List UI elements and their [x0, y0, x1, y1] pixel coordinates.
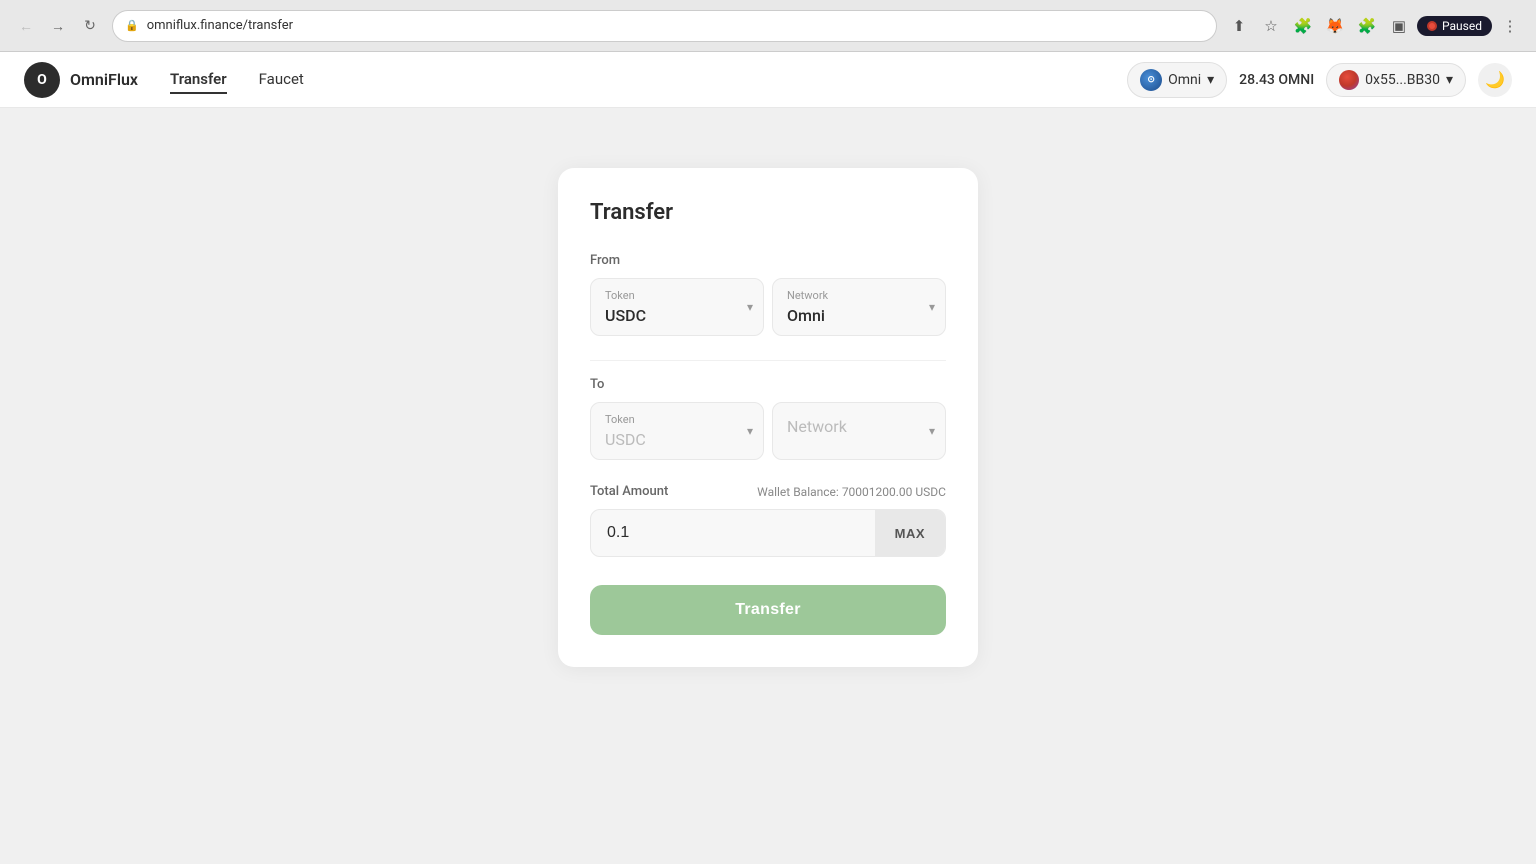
to-token-label: Token — [605, 413, 749, 426]
amount-input[interactable] — [591, 510, 875, 556]
transfer-card: Transfer From Token USDC ▾ Network Omni … — [558, 168, 978, 667]
amount-input-row: MAX — [590, 509, 946, 557]
header-right: ⊙ Omni ▾ 28.43 OMNI 0x55...BB30 ▾ 🌙 — [1127, 62, 1512, 98]
from-label: From — [590, 253, 946, 268]
wallet-balance-text: Wallet Balance: 70001200.00 USDC — [757, 485, 946, 499]
share-button[interactable]: ⬆ — [1225, 12, 1253, 40]
from-token-label: Token — [605, 289, 749, 302]
logo-text: OmniFlux — [70, 70, 138, 89]
to-network-chevron-icon: ▾ — [929, 424, 935, 438]
extension-puzzle2-button[interactable]: 🧩 — [1353, 12, 1381, 40]
max-button[interactable]: MAX — [875, 510, 945, 556]
section-divider — [590, 360, 946, 361]
to-network-placeholder: Network — [787, 417, 931, 436]
logo-circle: O — [24, 62, 60, 98]
transfer-button[interactable]: Transfer — [590, 585, 946, 635]
from-network-chevron-icon: ▾ — [929, 300, 935, 314]
wallet-chevron-icon: ▾ — [1446, 72, 1453, 88]
nav-transfer[interactable]: Transfer — [170, 66, 227, 94]
nav-faucet[interactable]: Faucet — [259, 66, 304, 94]
to-field-row: Token USDC ▾ Network ▾ — [590, 402, 946, 460]
lock-icon: 🔒 — [125, 19, 139, 32]
from-token-chevron-icon: ▾ — [747, 300, 753, 314]
from-network-label: Network — [787, 289, 931, 302]
from-section: From Token USDC ▾ Network Omni ▾ — [590, 253, 946, 336]
dark-mode-toggle[interactable]: 🌙 — [1478, 63, 1512, 97]
main-content: Transfer From Token USDC ▾ Network Omni … — [0, 108, 1536, 864]
browser-chrome: ← → ↻ 🔒 omniflux.finance/transfer ⬆ ☆ 🧩 … — [0, 0, 1536, 52]
menu-button[interactable]: ⋮ — [1496, 12, 1524, 40]
paused-label: Paused — [1442, 19, 1482, 33]
wallet-address-button[interactable]: 0x55...BB30 ▾ — [1326, 63, 1466, 97]
wallet-balance-value: 70001200.00 USDC — [842, 485, 946, 499]
amount-header: Total Amount Wallet Balance: 70001200.00… — [590, 484, 946, 499]
to-network-selector[interactable]: Network ▾ — [772, 402, 946, 460]
logo-initial: O — [37, 72, 47, 88]
to-token-value: USDC — [605, 430, 749, 449]
balance-display: 28.43 OMNI — [1239, 72, 1314, 88]
nav-links: Transfer Faucet — [170, 66, 1095, 94]
layout-button[interactable]: ▣ — [1385, 12, 1413, 40]
amount-label: Total Amount — [590, 484, 668, 499]
paused-dot — [1427, 21, 1437, 31]
address-bar[interactable]: 🔒 omniflux.finance/transfer — [112, 10, 1217, 42]
bookmark-button[interactable]: ☆ — [1257, 12, 1285, 40]
to-token-selector[interactable]: Token USDC ▾ — [590, 402, 764, 460]
browser-nav-buttons: ← → ↻ — [12, 12, 104, 40]
forward-button[interactable]: → — [44, 12, 72, 40]
reload-button[interactable]: ↻ — [76, 12, 104, 40]
extension-fox-button[interactable]: 🦊 — [1321, 12, 1349, 40]
to-label: To — [590, 377, 946, 392]
amount-section: Total Amount Wallet Balance: 70001200.00… — [590, 484, 946, 557]
wallet-avatar-icon — [1339, 70, 1359, 90]
extension-puzzle-button[interactable]: 🧩 — [1289, 12, 1317, 40]
from-token-value: USDC — [605, 306, 749, 325]
app-header: O OmniFlux Transfer Faucet ⊙ Omni ▾ 28.4… — [0, 52, 1536, 108]
to-token-chevron-icon: ▾ — [747, 424, 753, 438]
wallet-balance-label: Wallet Balance: — [757, 485, 839, 499]
from-network-value: Omni — [787, 306, 931, 325]
wallet-address-text: 0x55...BB30 — [1365, 72, 1440, 88]
to-section: To Token USDC ▾ Network ▾ — [590, 377, 946, 460]
paused-badge[interactable]: Paused — [1417, 16, 1492, 36]
card-title: Transfer — [590, 200, 946, 225]
network-chevron-icon: ▾ — [1207, 72, 1214, 88]
network-name: Omni — [1168, 72, 1201, 88]
network-selector[interactable]: ⊙ Omni ▾ — [1127, 62, 1227, 98]
back-button[interactable]: ← — [12, 12, 40, 40]
from-network-selector[interactable]: Network Omni ▾ — [772, 278, 946, 336]
from-field-row: Token USDC ▾ Network Omni ▾ — [590, 278, 946, 336]
from-token-selector[interactable]: Token USDC ▾ — [590, 278, 764, 336]
network-icon: ⊙ — [1140, 69, 1162, 91]
logo-area: O OmniFlux — [24, 62, 138, 98]
url-text: omniflux.finance/transfer — [147, 18, 293, 33]
browser-actions: ⬆ ☆ 🧩 🦊 🧩 ▣ Paused ⋮ — [1225, 12, 1524, 40]
